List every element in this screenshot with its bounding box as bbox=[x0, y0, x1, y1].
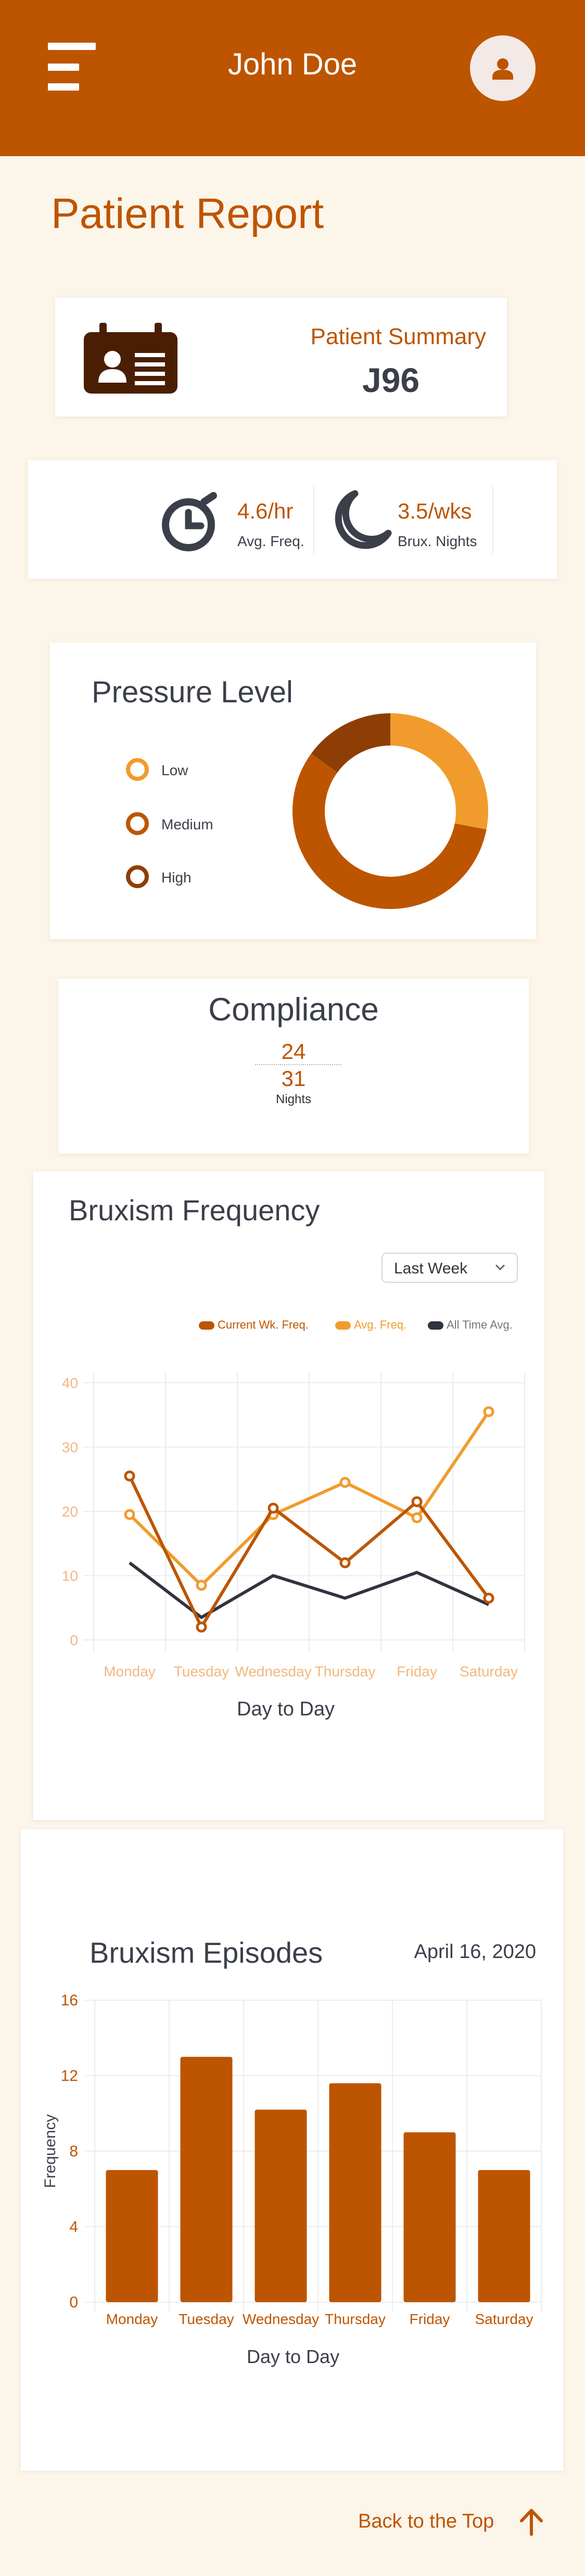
range-select-value: Last Week bbox=[394, 1260, 468, 1277]
range-select[interactable]: Last Week bbox=[381, 1253, 518, 1283]
page-title: Patient Report bbox=[51, 190, 324, 237]
legend-label: Medium bbox=[161, 816, 213, 832]
compliance-divider bbox=[255, 1064, 341, 1065]
x-tick-label: Tuesday bbox=[174, 1663, 229, 1680]
legend-swatch bbox=[428, 1321, 443, 1330]
x-tick-label: Friday bbox=[410, 2311, 450, 2327]
bar-friday bbox=[403, 2132, 456, 2302]
compliance-title: Compliance bbox=[208, 992, 379, 1028]
stats-card: 4.6/hr Avg. Freq. 3.5/wks Brux. Nights bbox=[28, 460, 557, 579]
legend-swatch bbox=[126, 865, 149, 888]
stat-divider bbox=[492, 486, 493, 554]
data-point bbox=[196, 1621, 207, 1633]
stopwatch-icon bbox=[162, 492, 217, 551]
data-point bbox=[411, 1496, 423, 1507]
avatar[interactable] bbox=[470, 35, 536, 101]
summary-label: Patient Summary bbox=[310, 324, 486, 349]
data-point bbox=[411, 1512, 423, 1523]
compliance-unit: Nights bbox=[275, 1092, 312, 1106]
legend-swatch bbox=[199, 1321, 214, 1330]
x-tick-label: Tuesday bbox=[179, 2311, 234, 2327]
x-tick-label: Friday bbox=[397, 1663, 437, 1680]
bar-thursday bbox=[329, 2083, 381, 2302]
y-tick-label: 0 bbox=[70, 1632, 78, 1648]
y-tick-label: 30 bbox=[62, 1439, 78, 1456]
legend-label: Low bbox=[161, 762, 188, 778]
x-tick-label: Thursday bbox=[325, 2311, 386, 2327]
y-tick-label: 20 bbox=[62, 1504, 78, 1520]
y-tick-label: 10 bbox=[62, 1568, 78, 1584]
data-point bbox=[483, 1593, 494, 1604]
app-header: John Doe bbox=[0, 0, 585, 156]
data-point bbox=[483, 1406, 494, 1418]
id-badge-icon bbox=[84, 323, 177, 394]
x-tick-label: Saturday bbox=[460, 1663, 518, 1680]
patient-summary-card: Patient Summary J96 bbox=[55, 298, 507, 416]
compliance-numerator: 24 bbox=[281, 1039, 306, 1064]
donut-slice-low bbox=[390, 713, 488, 830]
legend-swatch bbox=[335, 1321, 351, 1330]
x-tick-label: Saturday bbox=[475, 2311, 533, 2327]
bar-wednesday bbox=[255, 2110, 307, 2302]
brux-nights-label: Brux. Nights bbox=[398, 533, 477, 549]
frequency-xlabel: Day to Day bbox=[237, 1698, 335, 1720]
data-point bbox=[339, 1557, 351, 1569]
legend-label: Current Wk. Freq. bbox=[218, 1318, 309, 1331]
pressure-title: Pressure Level bbox=[92, 675, 293, 709]
chevron-down-icon bbox=[495, 1264, 505, 1271]
y-axis-label: Frequency bbox=[42, 2114, 59, 2188]
bar-monday bbox=[106, 2170, 158, 2302]
episodes-date: April 16, 2020 bbox=[414, 1941, 537, 1963]
y-tick-label: 8 bbox=[69, 2143, 78, 2160]
x-tick-label: Monday bbox=[106, 2311, 158, 2327]
bar-saturday bbox=[478, 2170, 530, 2302]
x-tick-label: Wednesday bbox=[235, 1663, 311, 1680]
stat-divider bbox=[313, 486, 314, 554]
compliance-card: Compliance 24 31 Nights bbox=[58, 979, 529, 1154]
compliance-denominator: 31 bbox=[281, 1066, 306, 1091]
bar-tuesday bbox=[180, 2056, 233, 2302]
y-tick-label: 4 bbox=[69, 2218, 78, 2236]
legend-label: Avg. Freq. bbox=[354, 1318, 406, 1331]
episodes-xlabel: Day to Day bbox=[247, 2346, 340, 2367]
data-point bbox=[196, 1580, 207, 1591]
y-tick-label: 16 bbox=[61, 1992, 78, 2009]
y-tick-label: 40 bbox=[62, 1375, 78, 1391]
frequency-title: Bruxism Frequency bbox=[69, 1194, 320, 1227]
avg-freq-label: Avg. Freq. bbox=[237, 533, 304, 549]
summary-value: J96 bbox=[362, 361, 420, 399]
episodes-bar-chart: 0 4 8 12 16 Monday Tuesday Wednesday Thursday Fri… bbox=[42, 1992, 542, 2327]
y-tick-label: 0 bbox=[69, 2294, 78, 2311]
data-point bbox=[124, 1509, 135, 1520]
legend-swatch bbox=[126, 812, 149, 835]
data-point bbox=[268, 1502, 279, 1514]
data-point bbox=[339, 1476, 351, 1488]
x-tick-label: Monday bbox=[104, 1663, 156, 1680]
avg-freq-value: 4.6/hr bbox=[237, 499, 294, 523]
arrow-up-icon[interactable] bbox=[519, 2508, 543, 2536]
episodes-title: Bruxism Episodes bbox=[90, 1936, 323, 1969]
y-tick-label: 12 bbox=[61, 2067, 78, 2085]
x-tick-label: Wednesday bbox=[243, 2311, 319, 2327]
user-icon bbox=[492, 58, 513, 80]
pressure-donut-chart bbox=[292, 713, 488, 909]
moon-icon bbox=[335, 490, 392, 549]
frequency-line-chart: Current Wk. Freq. Avg. Freq. All Time Avg.… bbox=[62, 1318, 525, 1680]
data-point bbox=[124, 1470, 135, 1482]
legend-label: High bbox=[161, 869, 192, 886]
back-to-top-link[interactable]: Back to the Top bbox=[358, 2510, 494, 2533]
legend-label: All Time Avg. bbox=[447, 1318, 513, 1331]
brux-nights-value: 3.5/wks bbox=[398, 499, 472, 523]
legend-swatch bbox=[126, 758, 149, 781]
x-tick-label: Thursday bbox=[315, 1663, 376, 1680]
pressure-card: Pressure Level Low Medium High bbox=[50, 642, 536, 939]
